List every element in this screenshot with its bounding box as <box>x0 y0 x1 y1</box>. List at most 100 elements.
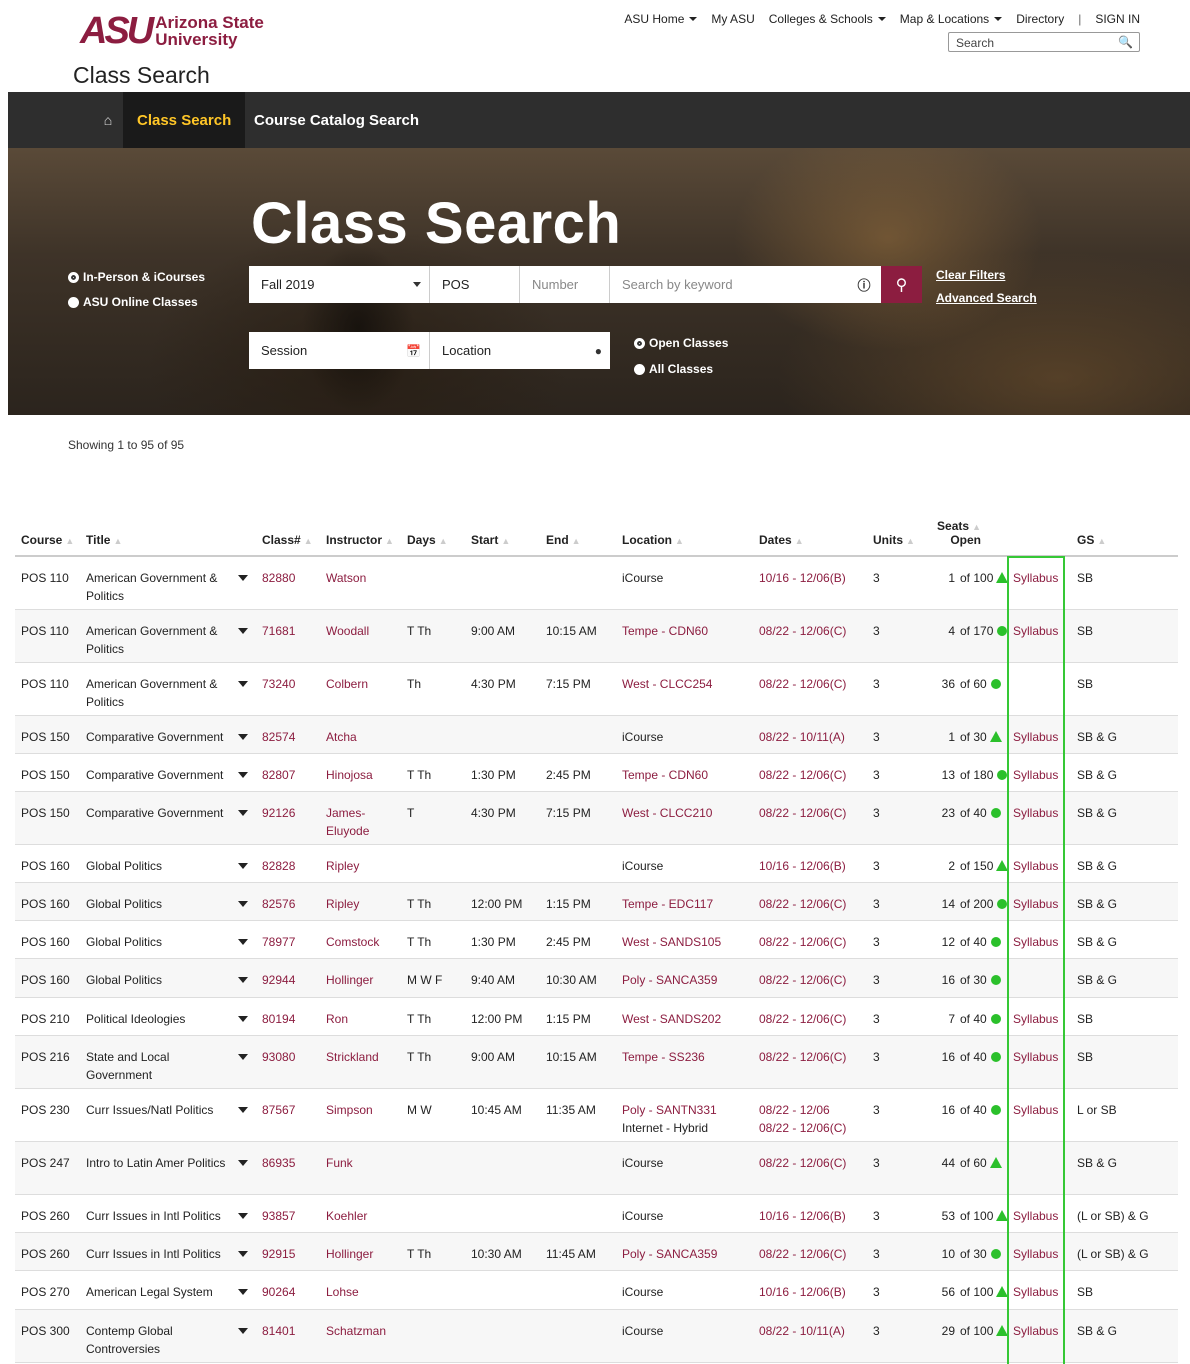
global-search-input[interactable]: Search 🔍 <box>948 32 1140 52</box>
instructor-link[interactable]: James-Eluyode <box>320 791 401 845</box>
title-cell[interactable]: Curr Issues in Intl Politics <box>80 1194 256 1233</box>
class-number-link[interactable]: 92944 <box>256 958 320 998</box>
class-number-link[interactable]: 80194 <box>256 997 320 1036</box>
chevron-down-icon[interactable] <box>238 1327 248 1334</box>
syllabus-link[interactable]: Syllabus <box>1009 1232 1071 1271</box>
table-row[interactable]: POS 160 Global Politics 92944 Hollinger M W … <box>15 958 1178 998</box>
instructor-link[interactable]: Atcha <box>320 715 401 754</box>
col-days[interactable]: Days ▲ <box>401 510 465 557</box>
table-row[interactable]: POS 260 Curr Issues in Intl Politics 93857… <box>15 1194 1178 1233</box>
syllabus-link[interactable]: Syllabus <box>1009 791 1071 845</box>
title-cell[interactable]: Global Politics <box>80 882 256 921</box>
title-cell[interactable]: Political Ideologies <box>80 997 256 1036</box>
location-cell[interactable]: Tempe - CDN60 <box>616 609 753 663</box>
col-class-number[interactable]: Class# ▲ <box>256 510 320 557</box>
chevron-down-icon[interactable] <box>238 1015 248 1022</box>
class-number-link[interactable]: 90264 <box>256 1270 320 1310</box>
reserved-seats-warning-icon[interactable] <box>989 730 1002 742</box>
chevron-down-icon[interactable] <box>238 938 248 945</box>
syllabus-link[interactable]: Syllabus <box>1009 1309 1071 1363</box>
instructor-link[interactable]: Hollinger <box>320 1232 401 1271</box>
chevron-down-icon[interactable] <box>238 1106 248 1113</box>
syllabus-link[interactable]: Syllabus <box>1009 1088 1071 1142</box>
location-cell[interactable]: West - CLCC210 <box>616 791 753 845</box>
home-icon[interactable]: ⌂ <box>93 92 123 148</box>
tab-class-search[interactable]: Class Search <box>123 92 246 148</box>
location-cell[interactable]: Poly - SANCA359 <box>616 1232 753 1271</box>
chevron-down-icon[interactable] <box>238 1053 248 1060</box>
class-number-link[interactable]: 92126 <box>256 791 320 845</box>
location-cell[interactable]: Tempe - SS236 <box>616 1035 753 1089</box>
mode-radio-online[interactable]: ASU Online Classes <box>68 295 198 309</box>
class-number-link[interactable]: 93080 <box>256 1035 320 1089</box>
class-number-link[interactable]: 86935 <box>256 1141 320 1195</box>
chevron-down-icon[interactable] <box>238 1212 248 1219</box>
title-cell[interactable]: Comparative Government <box>80 753 256 792</box>
table-row[interactable]: POS 150 Comparative Government 92126 James-… <box>15 791 1178 845</box>
sign-in-link[interactable]: SIGN IN <box>1095 12 1140 26</box>
title-cell[interactable]: American Government & Politics <box>80 662 256 716</box>
global-nav-item[interactable]: ASU Home <box>624 12 698 26</box>
instructor-link[interactable]: Strickland <box>320 1035 401 1089</box>
class-number-link[interactable]: 87567 <box>256 1088 320 1142</box>
table-row[interactable]: POS 160 Global Politics 78977 Comstock T Th 1… <box>15 920 1178 959</box>
table-row[interactable]: POS 150 Comparative Government 82807 Hinojo… <box>15 753 1178 792</box>
instructor-link[interactable]: Ripley <box>320 844 401 883</box>
chevron-down-icon[interactable] <box>238 862 248 869</box>
location-cell[interactable]: Tempe - EDC117 <box>616 882 753 921</box>
chevron-down-icon[interactable] <box>238 1159 248 1166</box>
instructor-link[interactable]: Ron <box>320 997 401 1036</box>
col-end[interactable]: End ▲ <box>540 510 616 557</box>
chevron-down-icon[interactable] <box>238 1288 248 1295</box>
asu-logo[interactable]: ASU Arizona State University <box>80 12 264 50</box>
class-number-link[interactable]: 82576 <box>256 882 320 921</box>
table-row[interactable]: POS 300 Contemp Global Controversies 81401… <box>15 1309 1178 1363</box>
table-row[interactable]: POS 230 Curr Issues/Natl Politics 87567 Sim… <box>15 1088 1178 1142</box>
col-units[interactable]: Units ▲ <box>867 510 919 557</box>
chevron-down-icon[interactable] <box>238 1250 248 1257</box>
global-nav-item[interactable]: Directory <box>1016 12 1064 26</box>
table-row[interactable]: POS 210 Political Ideologies 80194 Ron T Th 1… <box>15 997 1178 1036</box>
reserved-seats-warning-icon[interactable] <box>996 859 1009 871</box>
syllabus-link[interactable]: Syllabus <box>1009 844 1071 883</box>
syllabus-link[interactable]: Syllabus <box>1009 753 1071 792</box>
instructor-link[interactable]: Woodall <box>320 609 401 663</box>
radio-all-classes[interactable]: All Classes <box>634 362 713 376</box>
syllabus-link[interactable]: Syllabus <box>1009 882 1071 921</box>
reserved-seats-warning-icon[interactable] <box>996 1324 1009 1336</box>
class-number-link[interactable]: 82828 <box>256 844 320 883</box>
col-course[interactable]: Course ▲ <box>15 510 80 557</box>
class-number-link[interactable]: 82807 <box>256 753 320 792</box>
subject-input[interactable]: POS <box>430 266 520 303</box>
location-cell[interactable]: West - CLCC254 <box>616 662 753 716</box>
location-select[interactable]: Location ● <box>430 332 610 369</box>
session-select[interactable]: Session 📅 <box>249 332 430 369</box>
search-icon[interactable]: 🔍 <box>1118 35 1133 49</box>
syllabus-link[interactable]: Syllabus <box>1009 997 1071 1036</box>
reserved-seats-warning-icon[interactable] <box>996 1209 1009 1221</box>
term-select[interactable]: Fall 2019 <box>249 266 430 303</box>
instructor-link[interactable]: Ripley <box>320 882 401 921</box>
chevron-down-icon[interactable] <box>238 809 248 816</box>
keyword-input[interactable]: Search by keyword <box>610 266 847 303</box>
title-cell[interactable]: American Government & Politics <box>80 556 256 610</box>
title-cell[interactable]: American Legal System <box>80 1270 256 1310</box>
instructor-link[interactable]: Lohse <box>320 1270 401 1310</box>
reserved-seats-warning-icon[interactable] <box>989 1156 1002 1168</box>
chevron-down-icon[interactable] <box>238 900 248 907</box>
col-location[interactable]: Location ▲ <box>616 510 753 557</box>
syllabus-link[interactable]: Syllabus <box>1009 1270 1071 1310</box>
mode-radio-in-person[interactable]: In-Person & iCourses <box>68 270 205 284</box>
col-gs[interactable]: GS ▲ <box>1071 510 1178 557</box>
title-cell[interactable]: Curr Issues in Intl Politics <box>80 1232 256 1271</box>
table-row[interactable]: POS 110 American Government & Politics 716… <box>15 609 1178 663</box>
title-cell[interactable]: Global Politics <box>80 844 256 883</box>
chevron-down-icon[interactable] <box>238 575 248 581</box>
table-row[interactable]: POS 110 American Government & Politics 828… <box>15 556 1178 610</box>
title-cell[interactable]: Global Politics <box>80 920 256 959</box>
table-row[interactable]: POS 216 State and Local Government 93080 St… <box>15 1035 1178 1089</box>
col-title[interactable]: Title ▲ <box>80 510 256 557</box>
reserved-seats-warning-icon[interactable] <box>996 1285 1009 1297</box>
class-number-link[interactable]: 93857 <box>256 1194 320 1233</box>
number-input[interactable]: Number <box>520 266 610 303</box>
